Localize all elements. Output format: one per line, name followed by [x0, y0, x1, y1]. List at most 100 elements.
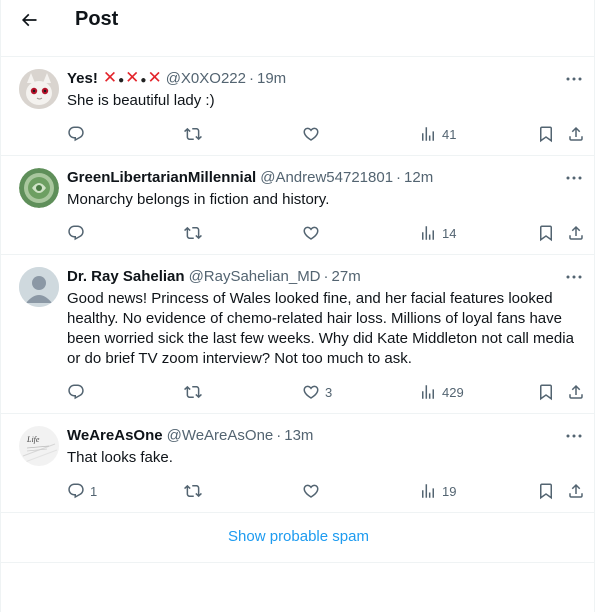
analytics-icon	[422, 385, 434, 399]
share-button[interactable]	[567, 481, 585, 501]
avatar[interactable]	[19, 267, 59, 307]
top-bar: Post	[1, 0, 595, 40]
bookmark-button[interactable]	[537, 124, 555, 144]
view-count: 41	[442, 126, 457, 142]
separator-dot: ·	[276, 427, 282, 444]
views-button[interactable]: 19	[419, 481, 456, 501]
svg-text:Life: Life	[26, 435, 40, 444]
share-icon	[569, 384, 583, 399]
reply-button[interactable]: 1	[67, 481, 97, 501]
like-button[interactable]	[302, 223, 325, 243]
user-handle[interactable]: @Andrew54721801	[260, 168, 393, 188]
repost-button[interactable]	[184, 382, 207, 402]
reply-icon	[68, 126, 84, 142]
repost-icon	[184, 226, 202, 240]
avatar-image: Life	[19, 426, 59, 466]
back-button[interactable]	[15, 6, 43, 34]
like-button[interactable]: 3	[302, 382, 332, 402]
bookmark-icon	[540, 225, 552, 242]
repost-button[interactable]	[184, 223, 207, 243]
more-options-button[interactable]	[564, 426, 584, 446]
repost-button[interactable]	[184, 481, 207, 501]
separator-dot: ·	[396, 169, 402, 186]
more-options-button[interactable]	[564, 69, 584, 89]
repost-icon	[184, 484, 202, 498]
display-name[interactable]: WeAreAsOne	[67, 426, 163, 446]
action-bar: 14	[67, 223, 587, 243]
timestamp[interactable]: 19m	[257, 69, 286, 89]
avatar-image	[19, 168, 59, 208]
view-count: 429	[442, 384, 464, 400]
view-count: 19	[442, 483, 457, 499]
reply-text: That looks fake.	[67, 449, 173, 466]
name-emoji: ✕●✕●✕	[102, 67, 162, 87]
share-icon	[569, 225, 583, 240]
avatar[interactable]	[19, 69, 59, 109]
heart-icon	[303, 385, 319, 399]
divider	[1, 562, 595, 563]
reply-item[interactable]: GreenLibertarianMillennial @Andrew547218…	[1, 155, 595, 254]
display-name[interactable]: Dr. Ray Sahelian	[67, 267, 185, 287]
avatar[interactable]	[19, 168, 59, 208]
default-avatar-icon	[19, 267, 59, 307]
share-button[interactable]	[567, 124, 585, 144]
bookmark-button[interactable]	[537, 481, 555, 501]
repost-button[interactable]	[184, 124, 207, 144]
display-name[interactable]: GreenLibertarianMillennial	[67, 168, 256, 188]
bookmark-button[interactable]	[537, 223, 555, 243]
arrow-left-icon	[21, 13, 37, 27]
reply-text: Good news! Princess of Wales looked fine…	[67, 290, 574, 367]
views-button[interactable]: 14	[419, 223, 456, 243]
reply-button[interactable]	[67, 124, 90, 144]
analytics-icon	[422, 226, 434, 240]
like-button[interactable]	[302, 124, 325, 144]
page-frame: Post Yes! ✕●✕●✕ @X0XO222 · 19m She is be…	[0, 0, 595, 612]
page-title: Post	[75, 8, 119, 30]
reply-header: Dr. Ray Sahelian @RaySahelian_MD · 27m	[67, 267, 361, 287]
reply-text: She is beautiful lady :)	[67, 92, 215, 109]
reply-button[interactable]	[67, 223, 90, 243]
more-options-button[interactable]	[564, 168, 584, 188]
action-bar: 1 19	[67, 481, 587, 501]
more-dots-icon	[566, 434, 582, 438]
more-options-button[interactable]	[564, 267, 584, 287]
views-button[interactable]: 429	[419, 382, 464, 402]
show-spam-link[interactable]: Show probable spam	[1, 528, 595, 545]
separator-dot: ·	[323, 268, 329, 285]
bookmark-button[interactable]	[537, 382, 555, 402]
action-bar: 3 429	[67, 382, 587, 402]
views-button[interactable]: 41	[419, 124, 456, 144]
repost-icon	[184, 127, 202, 141]
share-icon	[569, 126, 583, 141]
more-dots-icon	[566, 275, 582, 279]
reply-count: 1	[90, 483, 98, 499]
reply-item[interactable]: Dr. Ray Sahelian @RaySahelian_MD · 27m G…	[1, 254, 595, 413]
more-dots-icon	[566, 176, 582, 180]
share-button[interactable]	[567, 223, 585, 243]
reply-item[interactable]: Life WeAreAsOne @WeAreAsOne · 13m That l…	[1, 413, 595, 512]
bookmark-icon	[540, 126, 552, 143]
user-handle[interactable]: @RaySahelian_MD	[189, 267, 321, 287]
reply-icon	[68, 384, 84, 400]
heart-icon	[303, 484, 319, 498]
repost-icon	[184, 385, 202, 399]
user-handle[interactable]: @X0XO222	[166, 69, 246, 89]
avatar-image	[19, 69, 59, 109]
timestamp[interactable]: 12m	[404, 168, 433, 188]
analytics-icon	[422, 127, 434, 141]
reply-header: GreenLibertarianMillennial @Andrew547218…	[67, 168, 433, 188]
reply-button[interactable]	[67, 382, 90, 402]
like-button[interactable]	[302, 481, 325, 501]
display-name[interactable]: Yes!	[67, 69, 98, 89]
avatar[interactable]: Life	[19, 426, 59, 466]
timestamp[interactable]: 27m	[332, 267, 361, 287]
reply-item[interactable]: Yes! ✕●✕●✕ @X0XO222 · 19m She is beautif…	[1, 56, 595, 155]
reply-icon	[68, 483, 84, 499]
timestamp[interactable]: 13m	[284, 426, 313, 446]
heart-icon	[303, 127, 319, 141]
action-bar: 41	[67, 124, 587, 144]
reply-header: WeAreAsOne @WeAreAsOne · 13m	[67, 426, 313, 446]
reply-text: Monarchy belongs in fiction and history.	[67, 191, 330, 208]
user-handle[interactable]: @WeAreAsOne	[167, 426, 274, 446]
share-button[interactable]	[567, 382, 585, 402]
